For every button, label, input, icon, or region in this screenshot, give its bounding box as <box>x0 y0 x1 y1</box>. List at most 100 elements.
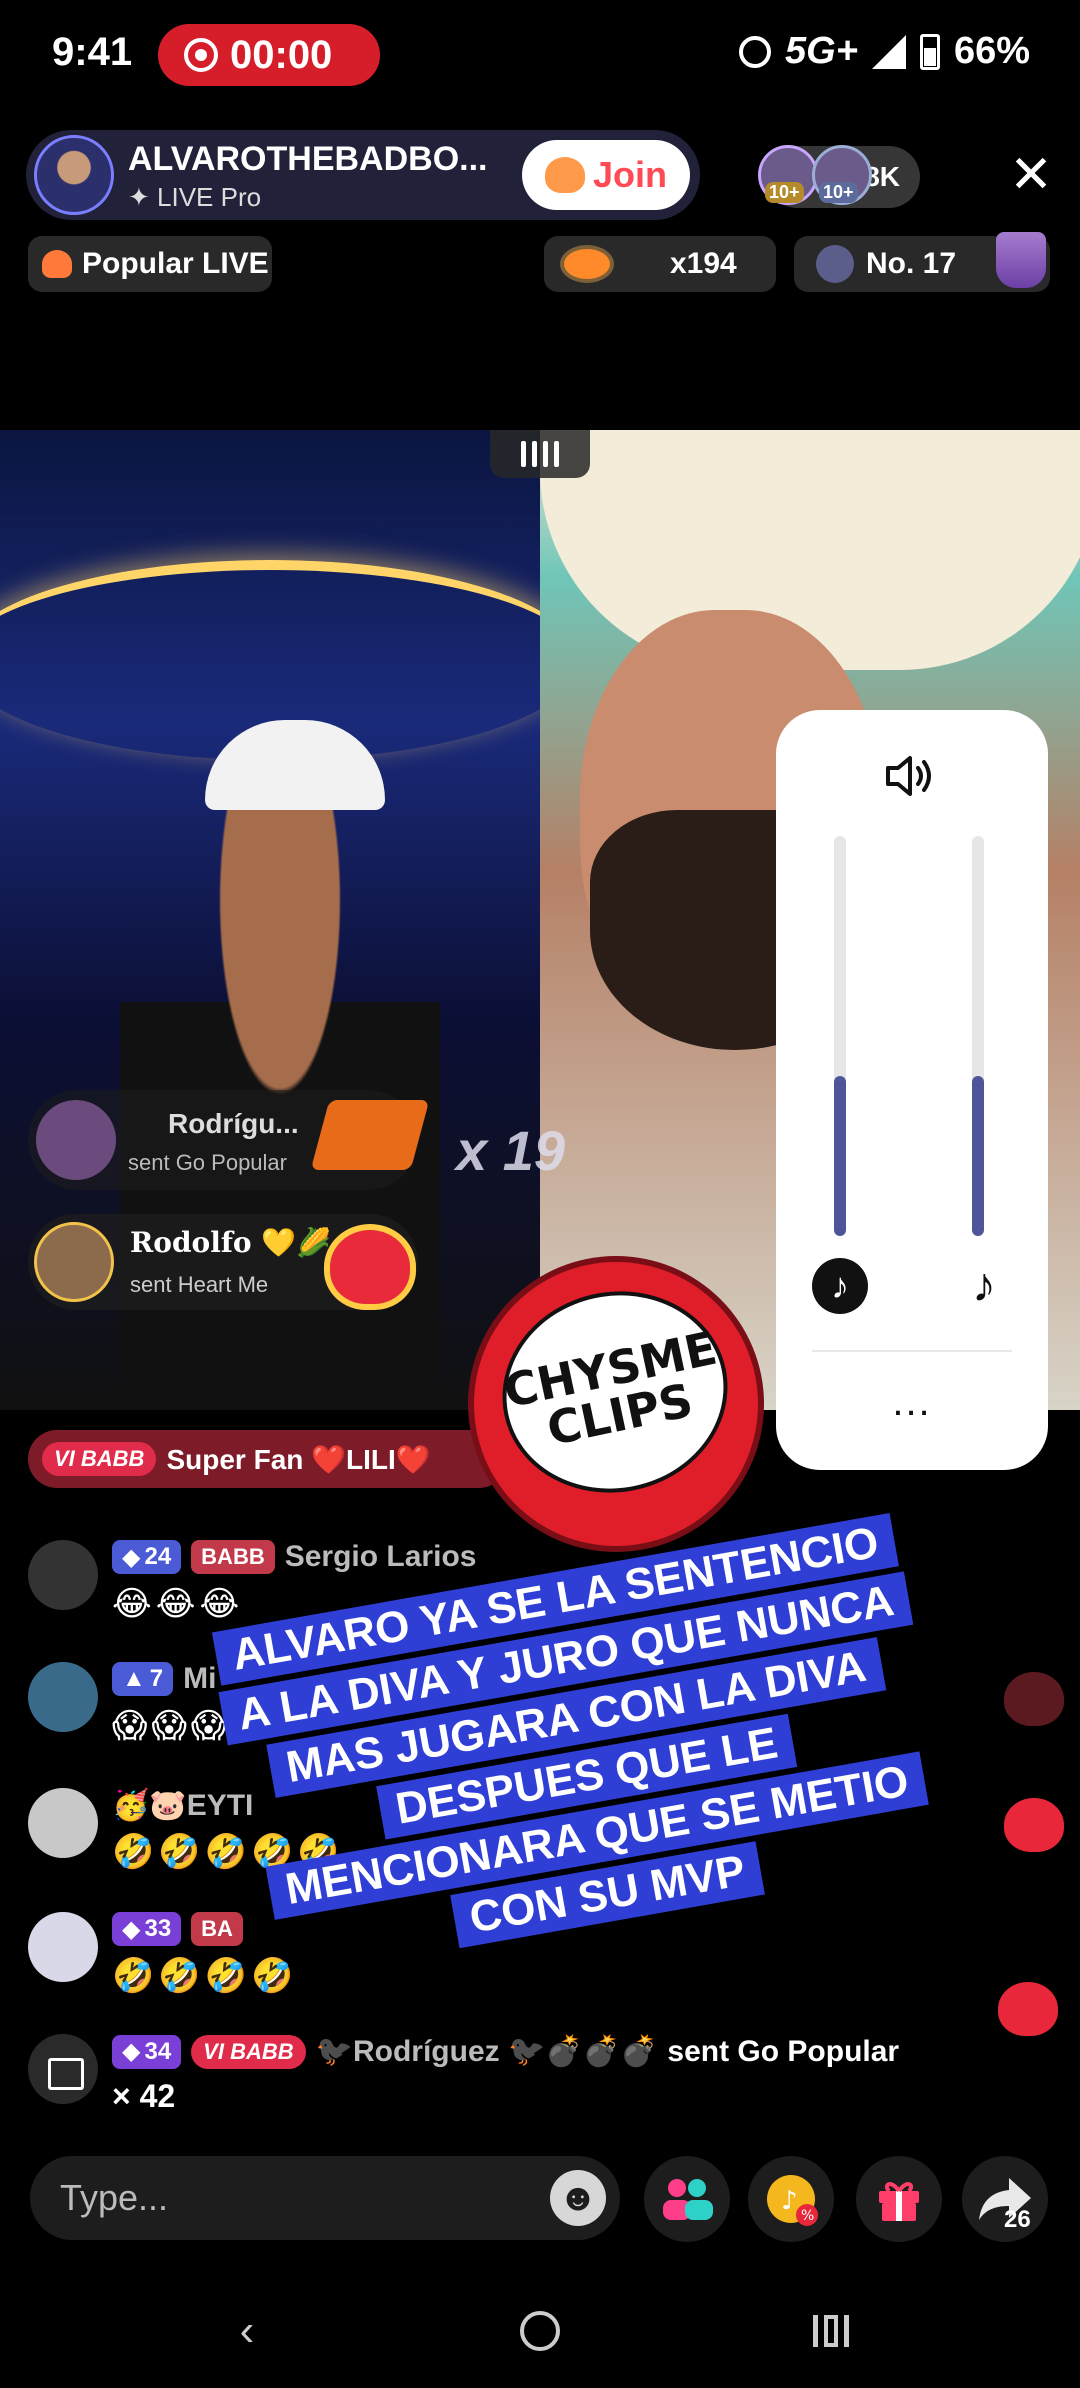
gift-button[interactable] <box>856 2156 942 2242</box>
rank-pill[interactable]: No. 17 <box>794 232 1050 292</box>
superfan-banner: VI BABB Super Fan ❤️LILI❤️ <box>28 1430 508 1488</box>
popular-live-pill[interactable]: Popular LIVE <box>28 236 272 292</box>
network-label: 5G+ <box>785 30 858 72</box>
multi-guest-button[interactable] <box>644 2156 730 2242</box>
superfan-text: Super Fan ❤️LILI❤️ <box>166 1443 431 1475</box>
host-volume-fill <box>834 1076 846 1236</box>
viewer-avatar[interactable]: 10+ <box>812 145 872 205</box>
rank-avatar <box>816 245 854 283</box>
music-discount-icon: ♪ % <box>767 2175 818 2226</box>
status-bar: 9:41 00:00 5G+ 66% <box>0 0 1080 115</box>
host-volume-slider[interactable] <box>834 836 846 1236</box>
level-value: 34 <box>144 2037 172 2065</box>
handle-bar <box>521 441 526 467</box>
planet-icon <box>564 249 610 279</box>
speaker-icon[interactable] <box>880 746 940 806</box>
go-popular-gift-icon <box>310 1100 430 1170</box>
battery-icon <box>919 33 940 70</box>
gift-count: × 42 <box>112 2078 176 2114</box>
recents-nav-icon[interactable] <box>796 2296 866 2366</box>
chat-avatar[interactable] <box>28 1540 98 1610</box>
viewer-avatar[interactable]: 10+ <box>758 145 818 205</box>
gift-count: x194 <box>670 247 737 280</box>
heart-icon <box>42 250 72 278</box>
floating-heart-icon <box>1004 1672 1064 1726</box>
chat-avatar[interactable] <box>28 1788 98 1858</box>
close-button[interactable]: ✕ <box>1004 148 1058 202</box>
svg-text:♪: ♪ <box>781 2186 798 2216</box>
sender-avatar <box>34 1222 114 1302</box>
people-icon <box>663 2179 713 2220</box>
handle-bar <box>554 441 559 467</box>
join-label: Join <box>592 154 667 195</box>
record-icon <box>184 38 218 72</box>
music-discount-button[interactable]: ♪ % <box>748 2156 834 2242</box>
rank-label: No. 17 <box>866 247 957 280</box>
music-volume-slider[interactable] <box>972 836 984 1236</box>
back-nav-icon[interactable]: ‹ <box>212 2296 282 2366</box>
gift-sent-text: sent Go Popular <box>667 2034 900 2068</box>
gift-text: sent Heart Me <box>130 1272 269 1297</box>
battery-level: 66% <box>953 30 1030 72</box>
join-button[interactable]: Join <box>522 140 690 210</box>
svg-text:%: % <box>801 2208 814 2224</box>
host-info[interactable]: ALVAROTHEBADBO... ✦ LIVE Pro Join <box>26 130 700 220</box>
chat-meta: ◆ 24 BABB Sergio Larios <box>112 1540 476 1574</box>
chysme-clips-logo: CHYSME CLIPS <box>474 1262 758 1546</box>
host-avatar[interactable] <box>34 135 114 215</box>
chat-avatar[interactable] <box>28 1662 98 1732</box>
viewer-badge: 10+ <box>765 182 804 203</box>
level-value: 33 <box>144 1915 172 1942</box>
music-note-icon: ♪ <box>972 1259 996 1312</box>
floating-heart-icon <box>1004 1798 1064 1852</box>
chat-avatar[interactable] <box>28 1912 98 1982</box>
level-badge: ◆ 34 <box>112 2034 182 2069</box>
share-count: 26 <box>1004 2206 1031 2233</box>
sender-name: Rodolfo 💛🌽 <box>130 1226 332 1259</box>
host-name[interactable]: ALVAROTHEBADBO... <box>128 140 488 179</box>
tiktok-icon: ♪ <box>812 1258 868 1314</box>
home-nav-icon[interactable] <box>505 2296 575 2366</box>
gift-count-pill[interactable]: x194 <box>544 236 776 292</box>
handle-bar <box>543 441 548 467</box>
gift-message-meta: ◆ 34 VI BABB 🐦‍⬛Rodríguez 🐦‍⬛💣💣💣 sent Go… <box>112 2034 899 2069</box>
comment-input[interactable] <box>30 2156 620 2240</box>
split-handle[interactable] <box>490 430 590 478</box>
floating-heart-icon <box>998 1982 1058 2036</box>
trophy-icon <box>996 232 1046 288</box>
handle-bar <box>532 441 537 467</box>
status-icons: 5G+ 66% <box>739 30 1030 73</box>
emoji-icon[interactable]: ☻ <box>550 2170 606 2226</box>
team-badge: BABB <box>191 1540 275 1574</box>
music-volume-fill <box>972 1076 984 1236</box>
viewer-badge: 10+ <box>819 182 858 203</box>
level-value: 24 <box>144 1543 172 1570</box>
gift-text: sent Go Popular <box>128 1150 287 1175</box>
status-time: 9:41 <box>52 30 133 74</box>
host-subtitle: ✦ LIVE Pro <box>128 182 262 212</box>
level-badge: ◆ 24 <box>112 1540 182 1574</box>
popular-live-label: Popular LIVE <box>82 247 269 280</box>
more-options-button[interactable]: ... <box>866 1380 958 1430</box>
gift-multiplier: x 19 <box>456 1119 565 1182</box>
screen-record-pill[interactable]: 00:00 <box>158 24 380 86</box>
gift-message[interactable]: ◆ 34 VI BABB 🐦‍⬛Rodríguez 🐦‍⬛💣💣💣 sent Go… <box>28 2034 1068 2124</box>
alarm-icon <box>739 35 772 68</box>
gift-box-icon <box>28 2034 98 2104</box>
sender-name: Rodrígu... <box>168 1108 299 1139</box>
level-value: 7 <box>149 1665 164 1692</box>
chat-meta: ◆ 33 BA <box>112 1912 243 1946</box>
record-timer: 00:00 <box>230 32 333 77</box>
signal-icon <box>871 34 906 69</box>
chat-username[interactable]: Sergio Larios <box>285 1540 477 1574</box>
fan-badge: VI BABB <box>191 2034 306 2069</box>
volume-panel: ♪ ♪ ... <box>776 710 1048 1470</box>
gift-sender-name[interactable]: 🐦‍⬛Rodríguez 🐦‍⬛💣💣💣 <box>316 2034 658 2069</box>
level-badge: ◆ 33 <box>112 1912 182 1946</box>
sender-avatar <box>36 1100 116 1180</box>
gift-icon <box>879 2182 919 2221</box>
heart-me-gift-icon <box>330 1230 410 1304</box>
fan-badge: VI BABB <box>42 1442 157 1476</box>
panel-divider <box>812 1350 1012 1352</box>
level-badge: ▲ 7 <box>112 1662 174 1696</box>
